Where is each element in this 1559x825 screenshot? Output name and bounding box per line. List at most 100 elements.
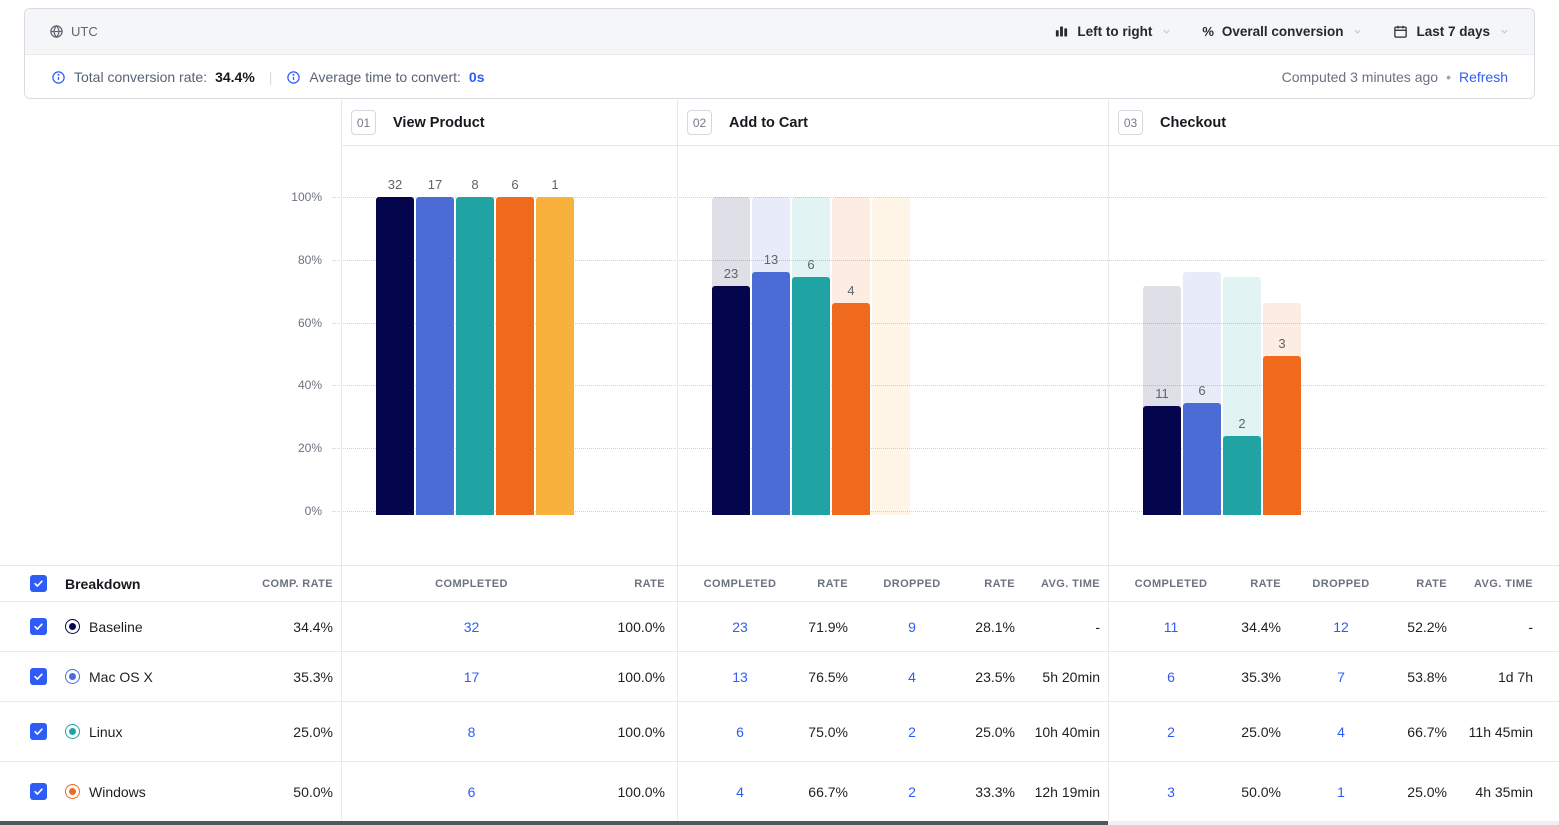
- avg-time-label: Average time to convert:: [309, 69, 460, 85]
- rate-value: 100.0%: [618, 616, 665, 638]
- avg-time-value: -: [1095, 616, 1100, 638]
- completed-cell: 13: [677, 652, 802, 701]
- column-header-avg-time: AVG. TIME: [1449, 566, 1559, 601]
- row-checkbox[interactable]: [30, 783, 47, 800]
- row-checkbox-cell: [0, 762, 56, 821]
- funnel-bar[interactable]: 4: [832, 197, 870, 515]
- dropped-value[interactable]: 9: [908, 616, 916, 638]
- funnel-bar[interactable]: 6: [496, 197, 534, 515]
- dropped-value[interactable]: 12: [1333, 616, 1349, 638]
- funnel-bar[interactable]: 23: [712, 197, 750, 515]
- completed-cell: 32: [341, 602, 601, 651]
- column-header-label: COMPLETED: [435, 578, 508, 590]
- completed-cell: 11: [1108, 602, 1233, 651]
- funnel-bar[interactable]: 17: [416, 197, 454, 515]
- series-indicator[interactable]: [65, 724, 80, 739]
- funnel-bar-fill: [376, 197, 414, 515]
- conversion-metric-select[interactable]: % Overall conversion: [1202, 24, 1363, 39]
- completed-value[interactable]: 8: [468, 721, 476, 743]
- series-indicator[interactable]: [65, 619, 80, 634]
- row-checkbox[interactable]: [30, 723, 47, 740]
- row-checkbox[interactable]: [30, 618, 47, 635]
- completed-value[interactable]: 2: [1167, 721, 1175, 743]
- funnel-bar-fill: [1143, 406, 1181, 515]
- funnel-step-headers: 01 View Product 02 Add to Cart 03 Checko…: [341, 100, 1559, 146]
- funnel-bar[interactable]: 8: [456, 197, 494, 515]
- dropped-cell: 2: [862, 762, 962, 821]
- dropped-value[interactable]: 2: [908, 781, 916, 803]
- avg-time-cell: 1d 7h: [1449, 652, 1559, 701]
- dropped-value[interactable]: 2: [908, 721, 916, 743]
- series-indicator[interactable]: [65, 669, 80, 684]
- funnel-bar[interactable]: 2: [1223, 197, 1261, 515]
- date-range-label: Last 7 days: [1416, 24, 1490, 39]
- computed-info: Computed 3 minutes ago • Refresh: [1282, 69, 1508, 85]
- comp-rate-cell: 50.0%: [216, 762, 341, 821]
- funnel-bar-fill: [496, 197, 534, 515]
- timezone-indicator[interactable]: UTC: [49, 24, 98, 39]
- rate-value: 76.5%: [808, 666, 848, 688]
- select-all-checkbox[interactable]: [30, 575, 47, 592]
- funnel-bar[interactable]: 32: [376, 197, 414, 515]
- refresh-link[interactable]: Refresh: [1459, 69, 1508, 85]
- dropped-value[interactable]: 1: [1337, 781, 1345, 803]
- avg-time-cell: -: [1449, 602, 1559, 651]
- funnel-bar[interactable]: 3: [1263, 197, 1301, 515]
- completed-value[interactable]: 3: [1167, 781, 1175, 803]
- step-name: View Product: [393, 115, 485, 131]
- dropped-value[interactable]: 4: [1337, 721, 1345, 743]
- horizontal-scrollbar-thumb[interactable]: [0, 821, 1108, 825]
- rate-value: 71.9%: [808, 616, 848, 638]
- completed-value[interactable]: 6: [736, 721, 744, 743]
- funnel-bar[interactable]: [872, 197, 910, 515]
- breakdown-table: BreakdownCOMP. RATECOMPLETEDRATECOMPLETE…: [0, 565, 1559, 822]
- series-indicator[interactable]: [65, 784, 80, 799]
- funnel-direction-select[interactable]: Left to right: [1054, 24, 1172, 39]
- column-header-avg-time: AVG. TIME: [1017, 566, 1108, 601]
- completed-value[interactable]: 32: [464, 616, 480, 638]
- funnel-bar-count: 23: [712, 266, 750, 281]
- completed-cell: 3: [1108, 762, 1233, 821]
- comp-rate-value: 34.4%: [293, 616, 333, 638]
- avg-time-value: 10h 40min: [1035, 721, 1100, 743]
- summary-bar: Total conversion rate: 34.4% | Average t…: [25, 55, 1534, 99]
- chevron-down-icon: [1161, 26, 1172, 37]
- funnel-bar[interactable]: 11: [1143, 197, 1181, 515]
- info-icon[interactable]: [286, 70, 301, 85]
- avg-time-value[interactable]: 0s: [469, 69, 485, 85]
- completed-value[interactable]: 6: [1167, 666, 1175, 688]
- funnel-bar[interactable]: 13: [752, 197, 790, 515]
- toolbar-controls: Left to right % Overall conversion: [1054, 24, 1510, 39]
- info-icon[interactable]: [51, 70, 66, 85]
- dropped-value[interactable]: 7: [1337, 666, 1345, 688]
- funnel-bar-count: 6: [496, 177, 534, 192]
- drop-rate-value: 52.2%: [1407, 616, 1447, 638]
- funnel-bar[interactable]: 1: [536, 197, 574, 515]
- dropped-value[interactable]: 4: [908, 666, 916, 688]
- funnel-bar[interactable]: 6: [792, 197, 830, 515]
- rate-value: 100.0%: [618, 721, 665, 743]
- completed-value[interactable]: 6: [468, 781, 476, 803]
- funnel-bar[interactable]: [1303, 197, 1341, 515]
- column-header-label: DROPPED: [1312, 578, 1369, 590]
- horizontal-scrollbar: [0, 821, 1559, 825]
- dropped-cell: 4: [862, 652, 962, 701]
- completed-value[interactable]: 13: [732, 666, 748, 688]
- calendar-icon: [1393, 24, 1408, 39]
- funnel-bar[interactable]: 6: [1183, 197, 1221, 515]
- date-range-select[interactable]: Last 7 days: [1393, 24, 1510, 39]
- completed-value[interactable]: 11: [1164, 616, 1179, 638]
- completed-value[interactable]: 17: [464, 666, 480, 688]
- funnel-bar-count: 6: [1183, 383, 1221, 398]
- row-checkbox-cell: [0, 602, 56, 651]
- completed-value[interactable]: 23: [732, 616, 748, 638]
- avg-time-cell: 4h 35min: [1449, 762, 1559, 821]
- completed-cell: 23: [677, 602, 802, 651]
- rate-cell: 50.0%: [1233, 762, 1291, 821]
- row-checkbox[interactable]: [30, 668, 47, 685]
- completed-value[interactable]: 4: [736, 781, 744, 803]
- drop-rate-cell: 25.0%: [1391, 762, 1449, 821]
- comp-rate-cell: 35.3%: [216, 652, 341, 701]
- funnel-chart: 01 View Product 02 Add to Cart 03 Checko…: [0, 100, 1559, 565]
- rate-cell: 76.5%: [802, 652, 862, 701]
